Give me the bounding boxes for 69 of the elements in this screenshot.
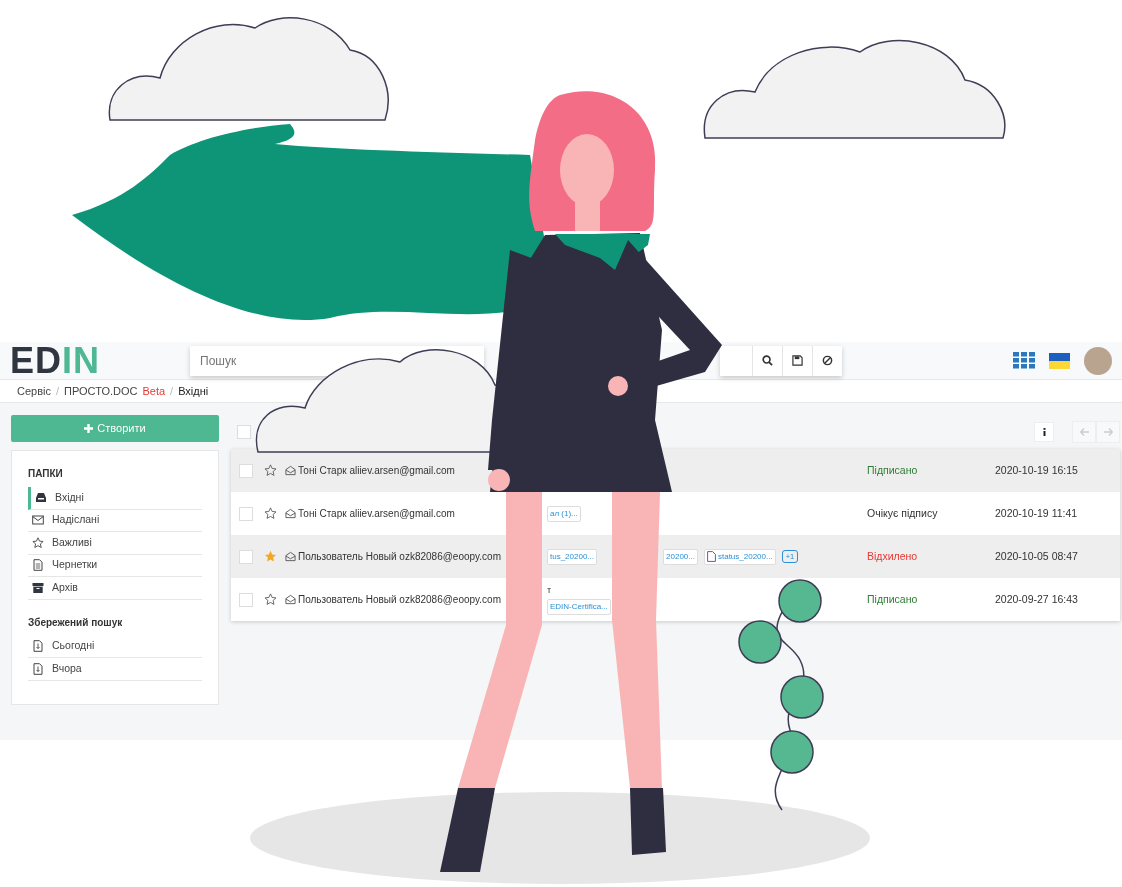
inbox-icon: [35, 491, 47, 504]
star-icon[interactable]: [264, 550, 277, 563]
right-arrow-icon: [1103, 428, 1113, 436]
document-icon: [706, 551, 716, 562]
attachment-chip[interactable]: status_20200...: [703, 548, 776, 565]
breadcrumb-separator: /: [170, 383, 174, 399]
info-icon: [1042, 428, 1046, 436]
saved-search-item[interactable]: Сьогодні: [28, 635, 202, 658]
search-icon: [762, 355, 773, 366]
folder-item[interactable]: Надіслані: [28, 509, 202, 532]
date-text: 2020-10-19 11:41: [995, 506, 1078, 519]
breadcrumb-separator: /: [55, 383, 60, 399]
sender-text: Тоні Старк aliiev.arsen@gmail.com: [298, 464, 455, 478]
attachment-chip[interactable]: 20200...: [663, 548, 698, 565]
status-text: Підписано: [867, 592, 918, 605]
breadcrumb-link[interactable]: Сервіс: [17, 382, 51, 400]
sender-text: Пользователь Новый ozk82086@eoopy.com: [298, 593, 501, 607]
folder-item[interactable]: Архів: [28, 577, 202, 600]
folder-item[interactable]: Чернетки: [28, 554, 202, 577]
folder-item[interactable]: Вхідні: [28, 487, 202, 510]
section-title: ПАПКИ: [28, 467, 63, 481]
envelope-icon: [285, 551, 296, 562]
avatar[interactable]: [1084, 346, 1112, 375]
sender-text: Тоні Старк aliiev.arsen@gmail.com: [298, 507, 455, 521]
clear-button[interactable]: [812, 345, 842, 376]
subject-text: т: [547, 583, 552, 597]
status-text: Підписано: [867, 463, 918, 476]
info-button[interactable]: [1034, 422, 1054, 442]
attachment-chip[interactable]: ал (1)...: [547, 505, 581, 522]
attachment-chip[interactable]: tus_20200...: [547, 548, 598, 565]
plus-icon: [84, 424, 94, 433]
row-checkbox[interactable]: [239, 463, 253, 478]
envelope-icon: [285, 465, 296, 476]
breadcrumb-link[interactable]: ПРОСТО.DOC: [64, 382, 138, 400]
envelope-icon: [32, 514, 44, 527]
row-checkbox[interactable]: [239, 506, 253, 521]
select-all-checkbox[interactable]: [237, 425, 251, 439]
attachment-chip[interactable]: EDIN-Certifica...: [547, 599, 611, 616]
status-text: Очікує підпису: [867, 506, 938, 519]
flag-icon[interactable]: [1049, 352, 1070, 369]
section-title: Збережений пошук: [28, 615, 123, 630]
archive-box-icon: [32, 581, 44, 594]
document-icon: [32, 640, 44, 653]
star-icon: [32, 536, 44, 549]
date-text: 2020-10-05 08:47: [995, 549, 1078, 562]
beta-tag: Beta: [142, 382, 166, 400]
sender-text: Пользователь Новый ozk82086@eoopy.com: [298, 550, 501, 564]
envelope-icon: [285, 594, 296, 605]
folder-item[interactable]: Важливі: [28, 532, 202, 555]
clear-icon: [822, 355, 833, 366]
document-icon: [32, 559, 44, 572]
left-arrow-icon: [1079, 428, 1089, 436]
breadcrumb-current: Вхідні: [178, 383, 209, 399]
envelope-icon: [285, 508, 296, 519]
date-text: 2020-09-27 16:43: [995, 592, 1078, 605]
boot-drawing: [630, 788, 666, 855]
search-button[interactable]: [752, 345, 782, 376]
date-text: 2020-10-19 16:15: [995, 463, 1078, 476]
save-button[interactable]: [782, 345, 812, 376]
star-icon[interactable]: [264, 507, 277, 520]
status-text: Відхилено: [867, 549, 918, 562]
row-checkbox[interactable]: [239, 592, 253, 607]
logo: EDIN: [10, 342, 101, 379]
star-icon[interactable]: [264, 593, 277, 606]
star-icon[interactable]: [264, 464, 277, 477]
document-icon: [32, 662, 44, 675]
saved-search-item[interactable]: Вчора: [28, 658, 202, 681]
row-checkbox[interactable]: [239, 549, 253, 564]
apps-grid-icon[interactable]: [1013, 352, 1035, 369]
